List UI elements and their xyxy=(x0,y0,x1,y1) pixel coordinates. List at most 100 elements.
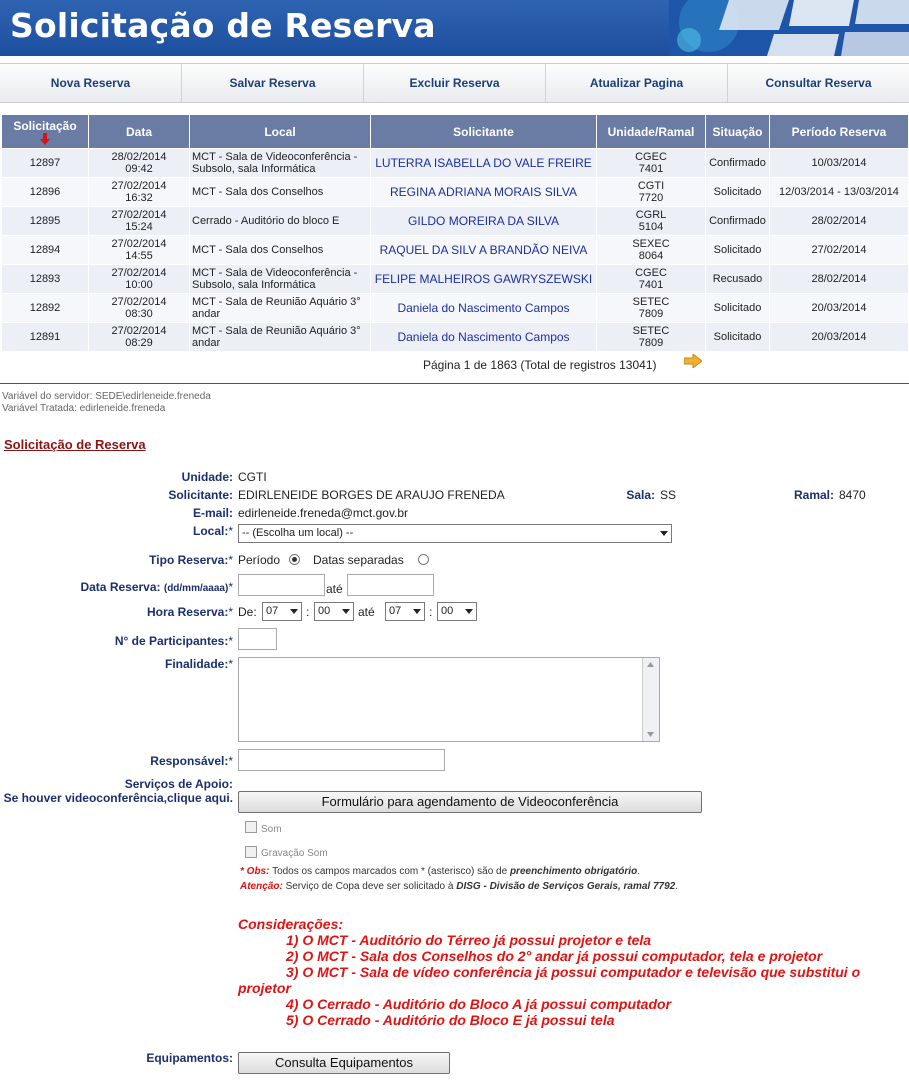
cell-id: 12892 xyxy=(1,293,89,323)
cell-solicitante[interactable]: Daniela do Nascimento Campos xyxy=(370,293,597,323)
cell-id: 12897 xyxy=(1,148,89,178)
cell-periodo: 28/02/2014 xyxy=(769,264,909,294)
unidade-label: Unidade: xyxy=(181,470,233,484)
scroll-up-icon[interactable] xyxy=(643,658,658,672)
tipo-datas-radio[interactable] xyxy=(418,554,429,565)
salvar-reserva-button[interactable]: Salvar Reserva xyxy=(182,64,364,102)
colon-separator: : xyxy=(306,605,310,619)
tipo-reserva-label: Tipo Reserva:* xyxy=(149,553,233,567)
videoconferencia-form-button[interactable]: Formulário para agendamento de Videoconf… xyxy=(238,791,702,813)
consideracao-item: 2) O MCT - Sala dos Conselhos do 2° anda… xyxy=(286,948,823,964)
col-header-data[interactable]: Data xyxy=(88,114,190,149)
cell-solicitante[interactable]: Daniela do Nascimento Campos xyxy=(370,322,597,352)
cell-periodo: 10/03/2014 xyxy=(769,148,909,178)
table-row[interactable]: 12893 27/02/2014 10:00 MCT - Sala de Vide… xyxy=(1,264,909,294)
sala-label: Sala: xyxy=(626,488,655,502)
cell-solicitante[interactable]: RAQUEL DA SILV A BRANDÃO NEIVA xyxy=(370,235,597,265)
consideracao-item: 1) O MCT - Auditório do Térreo já possui… xyxy=(286,932,652,948)
cell-id: 12893 xyxy=(1,264,89,294)
textarea-scrollbar[interactable] xyxy=(642,658,659,741)
form-section-title: Solicitação de Reserva xyxy=(4,437,146,452)
gravacao-som-checkbox[interactable] xyxy=(245,846,257,858)
atualizar-pagina-button[interactable]: Atualizar Pagina xyxy=(546,64,728,102)
reservations-table: Solicitação Data Local Solicitante Unida… xyxy=(1,114,909,352)
cell-date: 27/02/2014 16:32 xyxy=(88,177,190,207)
cell-unidade-ramal: SETEC 7809 xyxy=(596,293,706,323)
nova-reserva-button[interactable]: Nova Reserva xyxy=(0,64,182,102)
de-label: De: xyxy=(238,605,257,619)
table-row[interactable]: 12892 27/02/2014 08:30 MCT - Sala de Reun… xyxy=(1,293,909,323)
hora-inicio-select[interactable]: 07 xyxy=(262,602,302,621)
col-header-periodo[interactable]: Período Reserva xyxy=(769,114,909,149)
table-row[interactable]: 12897 28/02/2014 09:42 MCT - Sala de Vide… xyxy=(1,148,909,178)
table-row[interactable]: 12894 27/02/2014 14:55 MCT - Sala dos Con… xyxy=(1,235,909,265)
cell-local: MCT - Sala dos Conselhos xyxy=(189,177,371,207)
cell-solicitante[interactable]: LUTERRA ISABELLA DO VALE FREIRE xyxy=(370,148,597,178)
consideracoes-block: Considerações: 1) O MCT - Auditório do T… xyxy=(238,916,909,1028)
chevron-down-icon xyxy=(413,609,421,614)
chevron-down-icon xyxy=(465,609,473,614)
participantes-input[interactable] xyxy=(238,628,277,650)
col-header-unidade-ramal[interactable]: Unidade/Ramal xyxy=(596,114,706,149)
gravacao-som-label: Gravação Som xyxy=(261,848,328,859)
consulta-equipamentos-button[interactable]: Consulta Equipamentos xyxy=(238,1052,450,1074)
cell-situacao: Solicitado xyxy=(705,293,770,323)
cell-periodo: 20/03/2014 xyxy=(769,322,909,352)
cell-unidade-ramal: CGEC 7401 xyxy=(596,148,706,178)
cell-situacao: Confirmado xyxy=(705,148,770,178)
cell-date: 28/02/2014 09:42 xyxy=(88,148,190,178)
tipo-periodo-radio[interactable] xyxy=(289,554,300,565)
data-fim-input[interactable] xyxy=(347,574,434,596)
col-header-situacao[interactable]: Situação xyxy=(705,114,770,149)
cell-solicitante[interactable]: GILDO MOREIRA DA SILVA xyxy=(370,206,597,236)
consultar-reserva-button[interactable]: Consultar Reserva xyxy=(728,64,909,102)
local-select[interactable]: -- (Escolha um local) -- xyxy=(238,524,672,543)
server-variable: Variável do servidor: SEDE\edirleneide.f… xyxy=(2,391,211,402)
consideracao-item-continuation: projetor xyxy=(238,980,291,996)
col-header-local[interactable]: Local xyxy=(189,114,371,149)
cell-id: 12896 xyxy=(1,177,89,207)
minuto-fim-select[interactable]: 00 xyxy=(437,602,477,621)
tipo-periodo-label: Período xyxy=(238,553,281,567)
sala-value: SS xyxy=(660,488,677,502)
table-row[interactable]: 12891 27/02/2014 08:29 MCT - Sala de Reun… xyxy=(1,322,909,352)
data-inicio-input[interactable] xyxy=(238,574,325,596)
cell-date: 27/02/2014 08:30 xyxy=(88,293,190,323)
unidade-value: CGTI xyxy=(238,470,267,484)
cell-id: 12891 xyxy=(1,322,89,352)
ramal-label: Ramal: xyxy=(793,488,834,502)
tipo-datas-label: Datas separadas xyxy=(313,553,404,567)
cell-date: 27/02/2014 08:29 xyxy=(88,322,190,352)
page-title: Solicitação de Reserva xyxy=(10,6,436,45)
responsavel-label: Responsável:* xyxy=(150,754,233,768)
ate-hora-label: até xyxy=(358,605,375,619)
responsavel-input[interactable] xyxy=(238,749,445,771)
cell-local: MCT - Sala de Videoconferência - Subsolo… xyxy=(189,148,371,178)
consideracao-item: 3) O MCT - Sala de vídeo conferência já … xyxy=(286,964,861,980)
ramal-value: 8470 xyxy=(839,488,866,502)
scroll-down-icon[interactable] xyxy=(643,727,658,741)
finalidade-label: Finalidade:* xyxy=(164,657,233,671)
solicitante-label: Solicitante: xyxy=(168,488,233,502)
cell-situacao: Solicitado xyxy=(705,177,770,207)
chevron-down-icon xyxy=(342,609,350,614)
equipamentos-label: Equipamentos: xyxy=(146,1051,233,1065)
consideracao-item: 5) O Cerrado - Auditório do Bloco E já p… xyxy=(286,1012,615,1028)
hora-fim-select[interactable]: 07 xyxy=(385,602,425,621)
toolbar-nav: Nova Reserva Salvar Reserva Excluir Rese… xyxy=(0,63,909,103)
col-header-solicitacao[interactable]: Solicitação xyxy=(1,114,89,149)
ate-label: até xyxy=(326,582,343,596)
cell-solicitante[interactable]: REGINA ADRIANA MORAIS SILVA xyxy=(370,177,597,207)
table-row[interactable]: 12896 27/02/2014 16:32 MCT - Sala dos Con… xyxy=(1,177,909,207)
cell-situacao: Solicitado xyxy=(705,322,770,352)
col-header-solicitante[interactable]: Solicitante xyxy=(370,114,597,149)
cell-solicitante[interactable]: FELIPE MALHEIROS GAWRYSZEWSKI xyxy=(370,264,597,294)
table-row[interactable]: 12895 27/02/2014 15:24 Cerrado - Auditóri… xyxy=(1,206,909,236)
excluir-reserva-button[interactable]: Excluir Reserva xyxy=(364,64,546,102)
som-checkbox[interactable] xyxy=(245,821,257,833)
cell-situacao: Recusado xyxy=(705,264,770,294)
minuto-inicio-select[interactable]: 00 xyxy=(314,602,354,621)
finalidade-textarea[interactable] xyxy=(238,657,660,742)
next-page-arrow-icon[interactable] xyxy=(684,354,702,368)
cell-unidade-ramal: CGTI 7720 xyxy=(596,177,706,207)
